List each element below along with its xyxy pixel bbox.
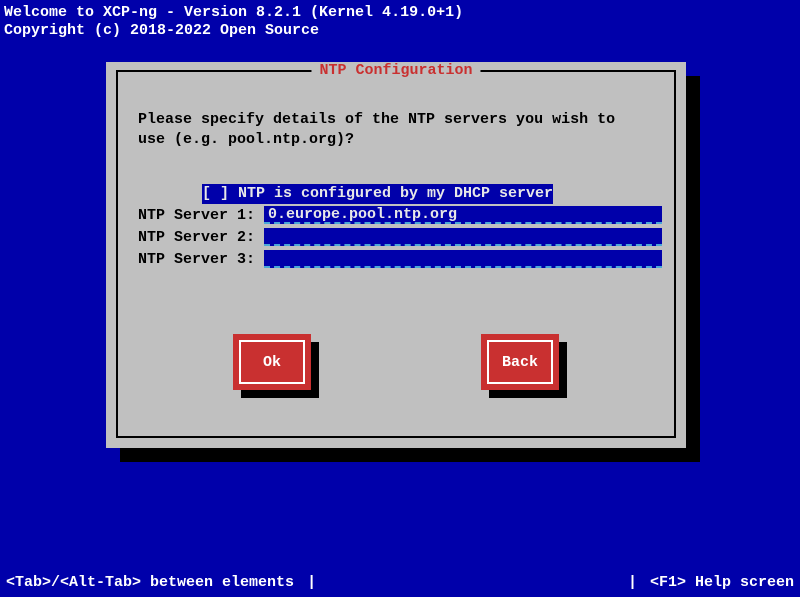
ok-button-border (239, 340, 305, 384)
ntp-row-2: NTP Server 2: (138, 228, 662, 248)
ntp-input-1[interactable]: 0.europe.pool.ntp.org (264, 206, 662, 224)
ntp-label-3: NTP Server 3: (138, 250, 264, 270)
back-button-wrap: Back (481, 334, 559, 390)
ntp-row-3: NTP Server 3: (138, 250, 662, 270)
ntp-input-2[interactable] (264, 228, 662, 246)
dialog-message-line-1: Please specify details of the NTP server… (138, 110, 658, 130)
footer-sep-2: | (624, 574, 641, 591)
ntp-label-1: NTP Server 1: (138, 206, 264, 226)
dialog-form: [ ] NTP is configured by my DHCP server … (138, 184, 662, 270)
footer-left: <Tab>/<Alt-Tab> between elements (6, 574, 294, 591)
header-line-1: Welcome to XCP-ng - Version 8.2.1 (Kerne… (4, 4, 796, 22)
ntp-dialog: NTP Configuration Please specify details… (106, 62, 686, 448)
dialog-title: NTP Configuration (311, 62, 480, 79)
ok-button[interactable]: Ok (233, 334, 311, 390)
ntp-input-3[interactable] (264, 250, 662, 268)
ntp-label-2: NTP Server 2: (138, 228, 264, 248)
dialog-message-line-2: use (e.g. pool.ntp.org)? (138, 130, 658, 150)
header: Welcome to XCP-ng - Version 8.2.1 (Kerne… (0, 0, 800, 40)
footer: <Tab>/<Alt-Tab> between elements | | <F1… (0, 574, 800, 591)
footer-sep-1: | (303, 574, 320, 591)
dialog-buttons: Ok Back (106, 334, 686, 390)
dialog-wrap: NTP Configuration Please specify details… (106, 62, 686, 448)
dhcp-checkbox[interactable]: [ ] NTP is configured by my DHCP server (202, 184, 553, 204)
header-line-2: Copyright (c) 2018-2022 Open Source (4, 22, 796, 40)
ok-button-wrap: Ok (233, 334, 311, 390)
footer-right: <F1> Help screen (650, 574, 794, 591)
installer-screen: Welcome to XCP-ng - Version 8.2.1 (Kerne… (0, 0, 800, 597)
dialog-message: Please specify details of the NTP server… (138, 110, 658, 150)
ntp-row-1: NTP Server 1: 0.europe.pool.ntp.org (138, 206, 662, 226)
back-button[interactable]: Back (481, 334, 559, 390)
back-button-border (487, 340, 553, 384)
